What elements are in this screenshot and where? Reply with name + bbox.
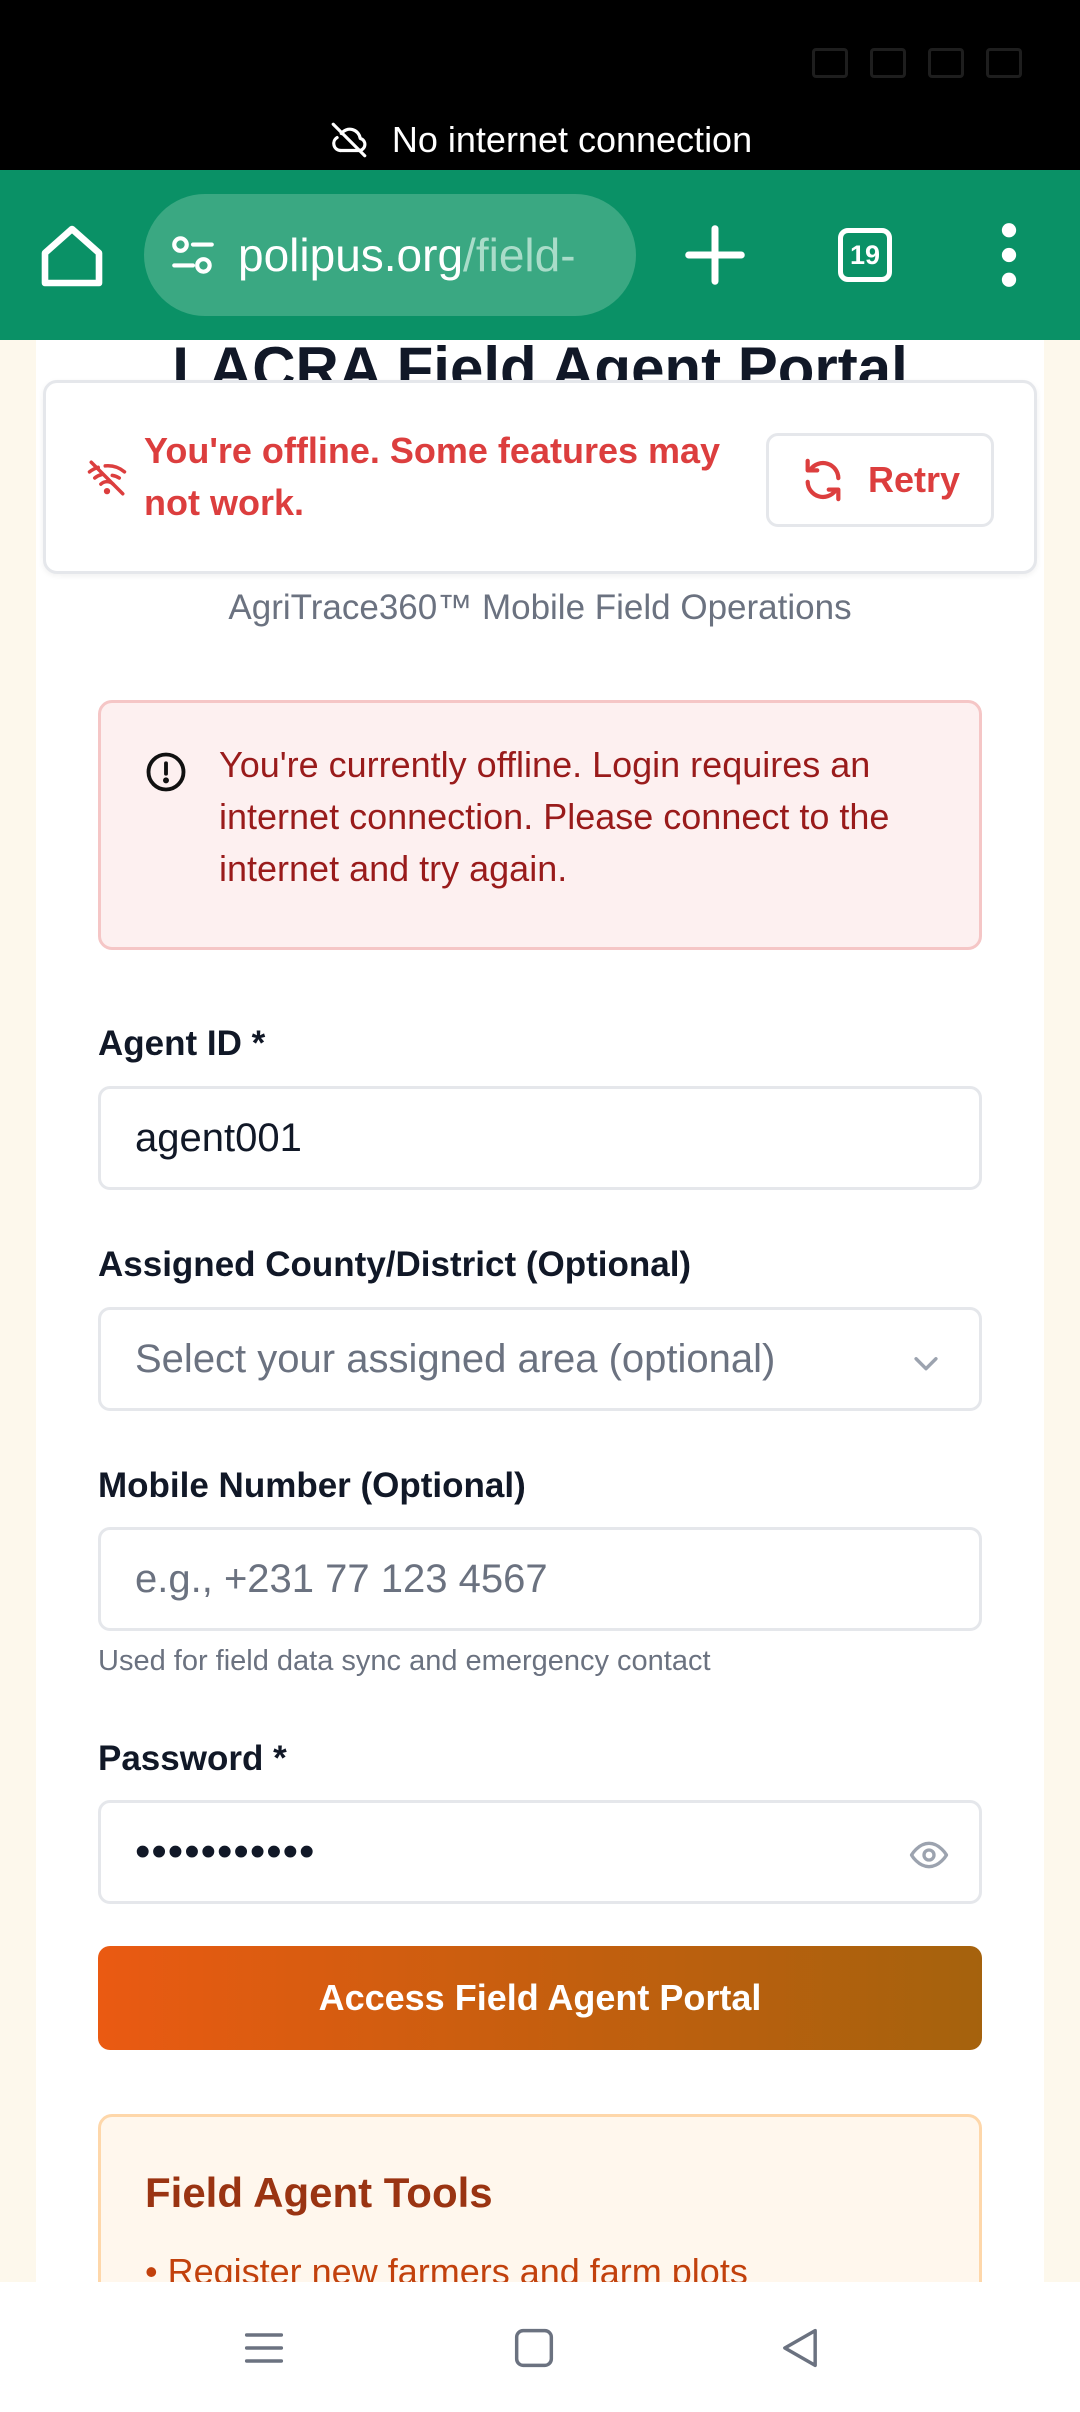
tools-title: Field Agent Tools — [145, 2169, 493, 2216]
home-square-icon[interactable] — [508, 2322, 560, 2374]
offline-toast-message: You're offline. Some features may not wo… — [144, 430, 721, 523]
back-icon[interactable] — [774, 2322, 826, 2374]
refresh-icon — [805, 458, 841, 502]
offline-alert: You're currently offline. Login requires… — [98, 700, 982, 950]
url-text: polipus.org/field- — [238, 229, 576, 281]
no-internet-banner: No internet connection — [0, 112, 1080, 168]
page-title: LACRA Field Agent Portal — [172, 340, 908, 380]
home-icon[interactable] — [36, 220, 108, 292]
access-portal-button[interactable]: Access Field Agent Portal — [98, 1946, 982, 2050]
new-tab-icon[interactable] — [680, 220, 750, 290]
password-label: Password * — [98, 1739, 287, 1778]
menu-icon[interactable] — [238, 2322, 290, 2374]
page-subtitle: AgriTrace360™ Mobile Field Operations — [228, 588, 852, 627]
status-bar: No internet connection — [0, 0, 1080, 170]
county-placeholder: Select your assigned area (optional) — [135, 1336, 776, 1381]
retry-button[interactable]: Retry — [766, 433, 994, 527]
status-icons — [652, 40, 1022, 86]
agent-id-input[interactable]: agent001 — [98, 1086, 982, 1190]
tab-switcher-button[interactable]: 19 — [838, 228, 892, 282]
alert-circle-icon — [146, 752, 186, 792]
offline-alert-message: You're currently offline. Login requires… — [219, 744, 890, 889]
mobile-input[interactable]: e.g., +231 77 123 4567 — [98, 1527, 982, 1631]
county-label: Assigned County/District (Optional) — [98, 1245, 692, 1284]
system-navigation-bar — [0, 2282, 1080, 2412]
page-title-region: LACRA Field Agent Portal — [36, 340, 1044, 380]
offline-toast: You're offline. Some features may not wo… — [43, 380, 1037, 574]
retry-label: Retry — [867, 459, 961, 500]
password-input[interactable]: ••••••••••• — [98, 1800, 982, 1904]
password-masked-value: ••••••••••• — [135, 1827, 316, 1876]
mobile-helper-text: Used for field data sync and emergency c… — [98, 1645, 711, 1677]
cloud-off-icon — [331, 122, 367, 158]
mobile-label: Mobile Number (Optional) — [98, 1466, 526, 1505]
eye-icon[interactable] — [907, 1835, 951, 1875]
address-bar[interactable]: polipus.org/field- — [144, 194, 636, 316]
county-select[interactable]: Select your assigned area (optional) — [98, 1307, 982, 1411]
wifi-off-icon — [87, 460, 127, 496]
more-options-icon[interactable] — [994, 222, 1024, 288]
mobile-placeholder: e.g., +231 77 123 4567 — [135, 1556, 548, 1601]
site-settings-icon[interactable] — [168, 230, 218, 280]
no-internet-text: No internet connection — [391, 119, 753, 160]
agent-id-label: Agent ID * — [98, 1024, 266, 1063]
browser-toolbar: polipus.org/field- 19 — [0, 170, 1080, 340]
chevron-down-icon — [914, 1357, 938, 1371]
agent-id-value: agent001 — [135, 1115, 302, 1160]
